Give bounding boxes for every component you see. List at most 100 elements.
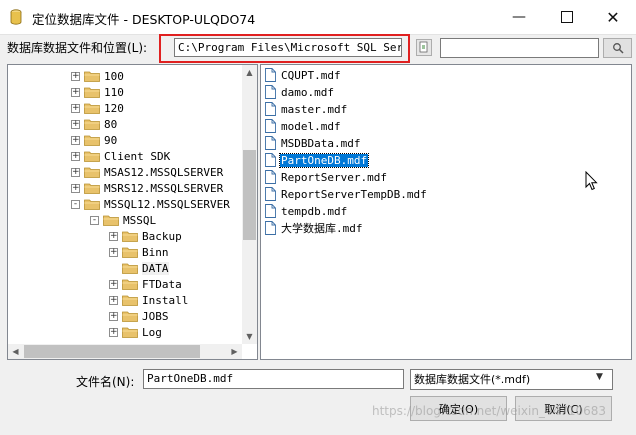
tree-item[interactable]: + Backup (109, 228, 182, 244)
tree-item-label: 90 (104, 133, 118, 147)
folder-tree[interactable]: +100 +110 +120 +80 +90 + Client SDK + MSAS12.MSS… (7, 64, 258, 360)
chevron-down-icon[interactable]: ▼ (596, 372, 603, 382)
database-icon (10, 9, 22, 25)
file-item-label: MSDBData.mdf (281, 136, 361, 150)
scroll-up-arrow-icon[interactable]: ▲ (242, 65, 257, 80)
file-item-label: damo.mdf (281, 85, 334, 99)
close-button[interactable]: ✕ (590, 0, 636, 34)
folder-icon (84, 182, 104, 194)
file-icon (265, 85, 280, 99)
file-item-label: ReportServer.mdf (281, 170, 387, 184)
tree-item[interactable]: + Install (109, 292, 188, 308)
tree-item[interactable]: + Log (109, 324, 162, 340)
folder-icon (122, 310, 142, 322)
folder-icon (84, 86, 104, 98)
expand-icon[interactable]: + (71, 151, 80, 161)
tree-item[interactable]: + Binn (109, 244, 169, 260)
search-button[interactable] (603, 38, 632, 58)
expand-icon[interactable]: + (109, 231, 118, 241)
collapse-icon[interactable]: - (71, 199, 80, 209)
tree-item-label: 80 (104, 117, 118, 131)
scroll-left-arrow-icon[interactable]: ◀ (8, 344, 23, 359)
file-icon (265, 119, 280, 133)
file-item[interactable]: tempdb.mdf (265, 203, 348, 219)
file-item[interactable]: MSDBData.mdf (265, 135, 361, 151)
refresh-button[interactable] (416, 39, 432, 56)
file-item-label: PartOneDB.mdf (278, 152, 370, 168)
tree-item-label: 100 (104, 69, 124, 83)
folder-icon (84, 70, 104, 82)
tree-item[interactable]: + FTData (109, 276, 182, 292)
tree-item[interactable]: +80 (71, 116, 117, 132)
file-item[interactable]: ReportServer.mdf (265, 169, 388, 185)
expand-icon[interactable]: + (71, 167, 80, 177)
watermark: https://blog.csdn.net/weixin_44710683 (372, 404, 607, 418)
tree-item[interactable]: + MSAS12.MSSQLSERVER (71, 164, 223, 180)
tree-item[interactable]: - MSSQL (90, 212, 156, 228)
file-list[interactable]: CQUPT.mdf damo.mdf master.mdf model.mdf MSDB… (260, 64, 632, 360)
search-input[interactable] (440, 38, 599, 58)
search-icon (612, 43, 624, 54)
tree-item-label: DATA (142, 261, 169, 275)
folder-icon (122, 230, 142, 242)
tree-item[interactable]: + MSRS12.MSSQLSERVER (71, 180, 223, 196)
tree-vertical-scroll-thumb[interactable] (243, 150, 256, 240)
file-icon (265, 102, 280, 116)
tree-item-label: 110 (104, 85, 124, 99)
tree-item[interactable]: +90 (71, 132, 117, 148)
location-path-input[interactable]: C:\Program Files\Microsoft SQL Server (174, 38, 402, 57)
tree-item-label: 120 (104, 101, 124, 115)
filename-input[interactable]: PartOneDB.mdf (143, 369, 404, 389)
tree-item-label: Install (142, 293, 189, 307)
expand-icon[interactable]: + (71, 119, 80, 129)
expand-icon[interactable]: + (109, 327, 118, 337)
file-item[interactable]: CQUPT.mdf (265, 67, 342, 83)
scroll-down-arrow-icon[interactable]: ▼ (242, 329, 257, 344)
file-item[interactable]: 大学数据库.mdf (265, 220, 364, 236)
expand-icon[interactable]: + (71, 103, 80, 113)
tree-item-label: MSSQL (123, 213, 157, 227)
expand-icon[interactable]: + (71, 87, 80, 97)
tree-item[interactable]: + JOBS (109, 308, 169, 324)
expand-icon[interactable]: + (71, 71, 80, 81)
folder-icon (122, 246, 142, 258)
tree-item-label: MSSQL12.MSSQLSERVER (104, 197, 230, 211)
file-item-label: model.mdf (281, 119, 341, 133)
expand-icon[interactable]: + (71, 183, 80, 193)
tree-item-label: FTData (142, 277, 182, 291)
minimize-icon: — (512, 9, 526, 25)
maximize-icon (561, 11, 573, 23)
tree-item[interactable]: - MSSQL12.MSSQLSERVER (71, 196, 230, 212)
expand-icon[interactable]: + (109, 247, 118, 257)
tree-item[interactable]: +100 (71, 68, 124, 84)
file-item-label: 大学数据库.mdf (281, 222, 363, 235)
file-item[interactable]: master.mdf (265, 101, 348, 117)
collapse-icon[interactable]: - (90, 215, 99, 225)
tree-item[interactable]: DATA (109, 260, 169, 276)
minimize-button[interactable]: — (496, 0, 542, 34)
expand-icon[interactable]: + (109, 295, 118, 305)
file-item-label: tempdb.mdf (281, 204, 348, 218)
tree-horizontal-scroll-thumb[interactable] (24, 345, 200, 358)
file-item[interactable]: ReportServerTempDB.mdf (265, 186, 428, 202)
folder-icon (84, 198, 104, 210)
file-icon (265, 68, 280, 82)
file-item[interactable]: PartOneDB.mdf (265, 152, 370, 168)
tree-item-label: Backup (142, 229, 182, 243)
filetype-select[interactable]: 数据库数据文件(*.mdf) (410, 369, 613, 390)
tree-item[interactable]: + Client SDK (71, 148, 170, 164)
tree-item[interactable]: +120 (71, 100, 124, 116)
maximize-button[interactable] (544, 0, 590, 34)
expand-icon[interactable]: + (109, 311, 118, 321)
expand-icon[interactable]: + (71, 135, 80, 145)
folder-icon (122, 294, 142, 306)
mouse-cursor-icon (585, 171, 598, 191)
file-item[interactable]: model.mdf (265, 118, 342, 134)
scroll-right-arrow-icon[interactable]: ▶ (227, 344, 242, 359)
file-item[interactable]: damo.mdf (265, 84, 335, 100)
folder-icon (122, 278, 142, 290)
folder-icon (84, 166, 104, 178)
folder-icon (122, 262, 142, 274)
expand-icon[interactable]: + (109, 279, 118, 289)
tree-item[interactable]: +110 (71, 84, 124, 100)
